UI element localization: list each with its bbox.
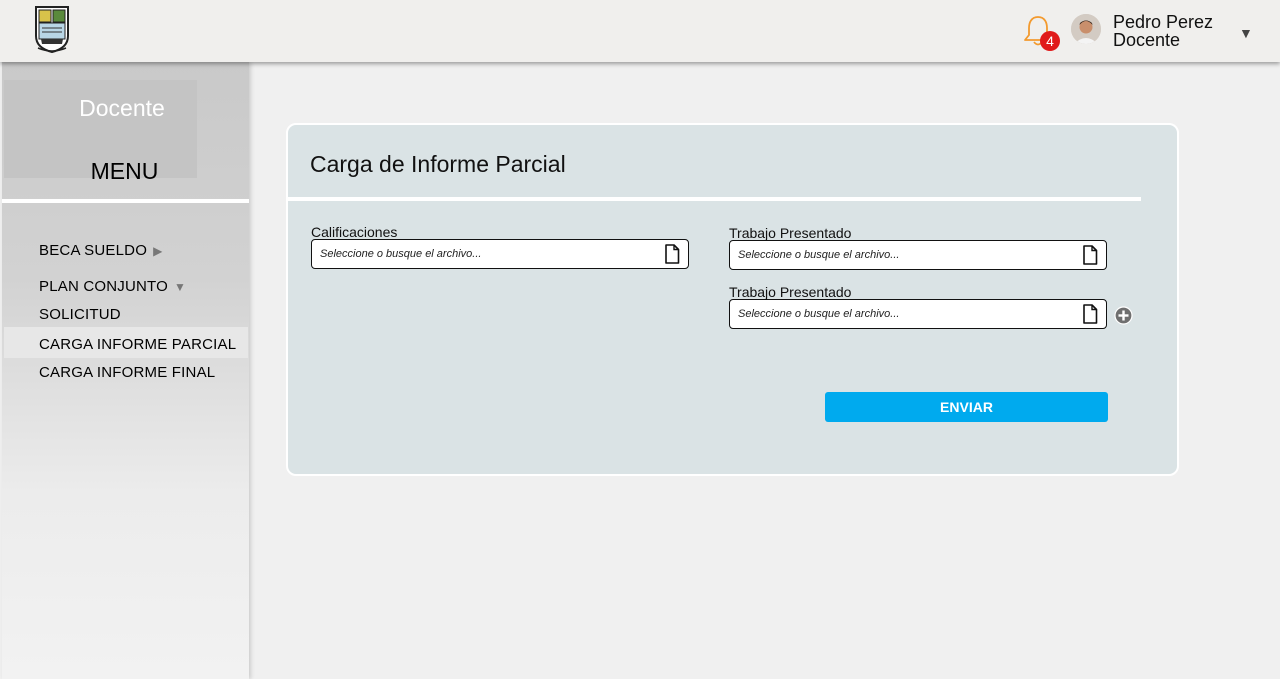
sidebar-item-carga-informe-final[interactable]: CARGA INFORME FINAL	[39, 364, 215, 381]
sidebar-item-label: CARGA INFORME FINAL	[39, 364, 216, 381]
notification-badge[interactable]: 4	[1040, 31, 1060, 51]
top-bar: 4 Pedro Perez Docente ▼	[0, 0, 1280, 62]
sidebar-item-label: CARGA INFORME PARCIAL	[39, 336, 237, 353]
chevron-down-icon: ▼	[174, 280, 187, 294]
avatar-image	[1071, 14, 1101, 44]
calificaciones-label: Calificaciones	[311, 224, 398, 240]
submit-button[interactable]: ENVIAR	[825, 392, 1108, 422]
chevron-down-icon[interactable]: ▼	[1239, 25, 1253, 41]
file-icon[interactable]	[664, 244, 680, 264]
file-input-placeholder: Seleccione o busque el archivo...	[738, 308, 900, 320]
sidebar-item-plan-conjunto[interactable]: PLAN CONJUNTO ▼	[39, 278, 186, 295]
sidebar-divider	[2, 199, 249, 203]
sidebar-item-label: PLAN CONJUNTO	[39, 278, 169, 295]
user-role: Docente	[1113, 30, 1181, 50]
add-circle-icon[interactable]	[1114, 306, 1133, 325]
trabajo-presentado-label: Trabajo Presentado	[729, 225, 852, 241]
sidebar-item-carga-informe-parcial[interactable]: CARGA INFORME PARCIAL	[39, 336, 236, 353]
trabajo-presentado-file-input[interactable]: Seleccione o busque el archivo...	[729, 240, 1107, 270]
sidebar: Docente MENU BECA SUELDO ▶ PLAN CONJUNTO ▼…	[2, 62, 249, 679]
avatar[interactable]	[1071, 14, 1101, 44]
file-icon[interactable]	[1082, 245, 1098, 265]
trabajo-presentado-label-2: Trabajo Presentado	[729, 284, 852, 300]
user-name: Pedro Perez	[1113, 12, 1214, 32]
calificaciones-file-input[interactable]: Seleccione o busque el archivo...	[311, 239, 689, 269]
title-divider	[288, 197, 1141, 201]
file-icon[interactable]	[1082, 304, 1098, 324]
page-title: Carga de Informe Parcial	[310, 151, 566, 177]
university-logo	[35, 6, 69, 54]
chevron-right-icon: ▶	[153, 244, 163, 258]
sidebar-role-title: Docente	[79, 95, 165, 121]
sidebar-item-label: BECA SUELDO	[39, 242, 148, 259]
menu-title: MENU	[90, 158, 159, 184]
sidebar-item-beca-sueldo[interactable]: BECA SUELDO ▶	[39, 242, 163, 259]
trabajo-presentado-file-input-2[interactable]: Seleccione o busque el archivo...	[729, 299, 1107, 329]
sidebar-item-label: SOLICITUD	[39, 306, 121, 323]
file-input-placeholder: Seleccione o busque el archivo...	[320, 248, 482, 260]
upload-form-card: Carga de Informe Parcial Calificaciones …	[286, 123, 1179, 476]
file-input-placeholder: Seleccione o busque el archivo...	[738, 249, 900, 261]
sidebar-item-solicitud[interactable]: SOLICITUD	[39, 306, 121, 323]
